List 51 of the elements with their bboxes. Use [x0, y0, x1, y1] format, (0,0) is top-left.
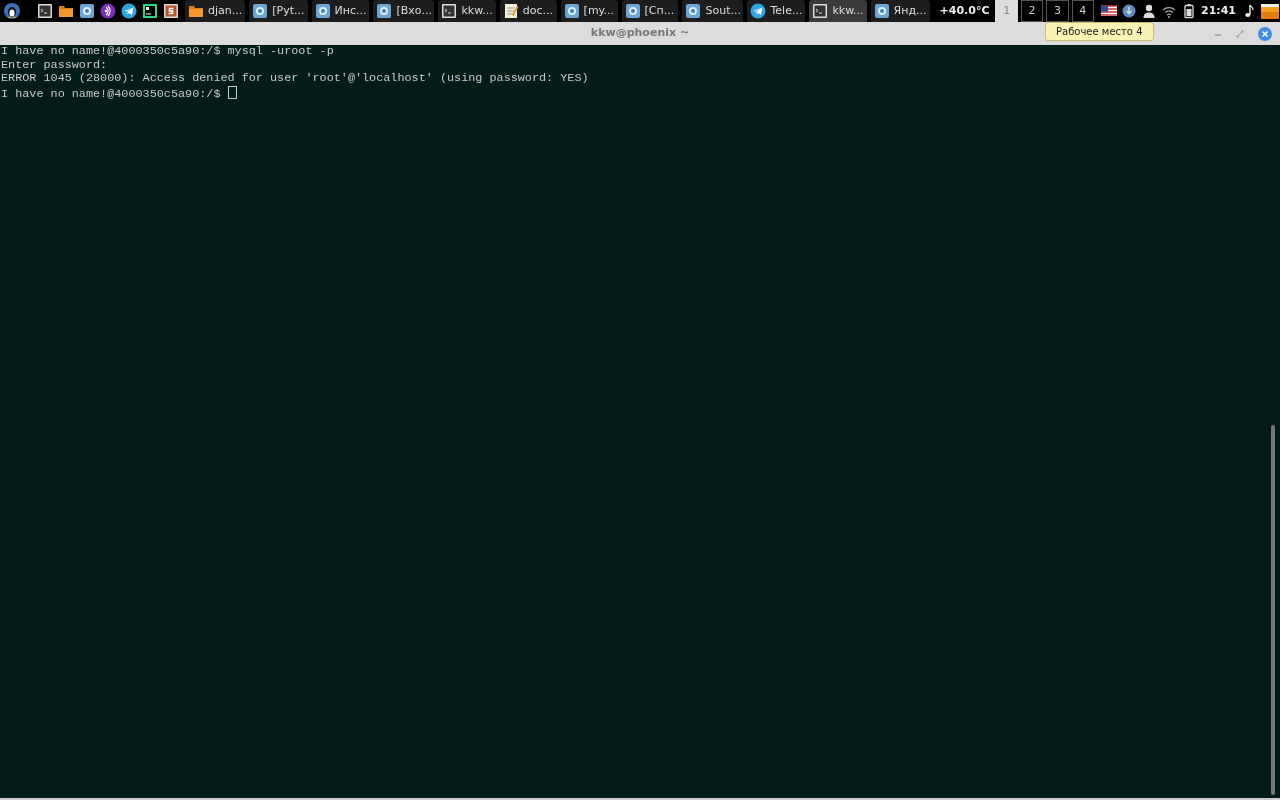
taskbar-item[interactable]: [my... — [560, 0, 618, 22]
taskbar-item[interactable]: Инс... — [311, 0, 370, 22]
temperature-reading: +40.0°C — [939, 2, 990, 19]
workspace-button[interactable]: 4 — [1071, 0, 1094, 22]
telegram-icon — [750, 3, 767, 19]
taskbar-item[interactable]: [Pyt... — [249, 0, 308, 22]
clock: 21:41 — [1201, 2, 1236, 19]
browser-icon — [376, 3, 393, 19]
ide-icon[interactable] — [142, 3, 158, 19]
folder-icon — [188, 3, 204, 19]
desktop-icon[interactable] — [1260, 3, 1280, 19]
taskbar-item[interactable]: doc... — [499, 0, 557, 22]
telegram-icon[interactable] — [121, 3, 137, 19]
taskbar-item[interactable]: [Сп... — [621, 0, 679, 22]
taskbar-item[interactable]: Tele... — [747, 0, 806, 22]
workspace-button[interactable]: 2 — [1020, 0, 1044, 22]
browser-icon — [252, 3, 269, 19]
user-icon[interactable] — [1141, 3, 1157, 19]
workspace-button[interactable]: 3 — [1046, 0, 1069, 22]
taskbar-item[interactable]: kkw... — [438, 0, 496, 22]
taskbar-item[interactable]: Янд... — [870, 0, 930, 22]
notepad-icon — [502, 3, 519, 19]
tooltip: Рабочее место 4 — [1045, 22, 1154, 41]
update-icon[interactable] — [1121, 3, 1137, 19]
terminal-line: I have no name!@4000350c5a90:/$ — [1, 85, 1279, 101]
browser-icon — [624, 3, 641, 19]
terminal-line: Enter password: — [1, 58, 109, 72]
browser-icon[interactable] — [79, 3, 95, 19]
flag-icon[interactable] — [1101, 3, 1117, 19]
penguin-icon[interactable] — [4, 3, 20, 19]
terminal-icon — [812, 3, 829, 19]
folder-icon[interactable] — [58, 3, 74, 19]
scrollbar-thumb[interactable] — [1271, 425, 1275, 795]
text-cursor — [227, 85, 237, 99]
taskbar-item[interactable]: djan... — [185, 0, 246, 22]
browser-icon — [314, 3, 331, 19]
close-button[interactable] — [1258, 26, 1272, 41]
browser-icon — [685, 3, 702, 19]
browser-icon — [563, 3, 580, 19]
browser-icon — [873, 3, 890, 19]
player-icon[interactable] — [100, 3, 116, 19]
taskbar-item[interactable]: Sout... — [682, 0, 744, 22]
taskbar-item[interactable]: kkw... — [809, 0, 867, 22]
terminal-line: ERROR 1045 (28000): Access denied for user 'root'@'localhost' (using password: YES) — [1, 72, 590, 86]
taskbar-item[interactable]: [Вхо... — [373, 0, 435, 22]
battery-icon[interactable] — [1181, 3, 1197, 19]
editor-icon[interactable] — [163, 3, 179, 19]
window-title: kkw@phoenix ~ — [590, 25, 690, 42]
terminal-icon — [441, 3, 458, 19]
terminal-line: I have no name!@4000350c5a90:/$ mysql -uroot -p — [1, 45, 335, 59]
terminal-icon[interactable] — [37, 3, 53, 19]
